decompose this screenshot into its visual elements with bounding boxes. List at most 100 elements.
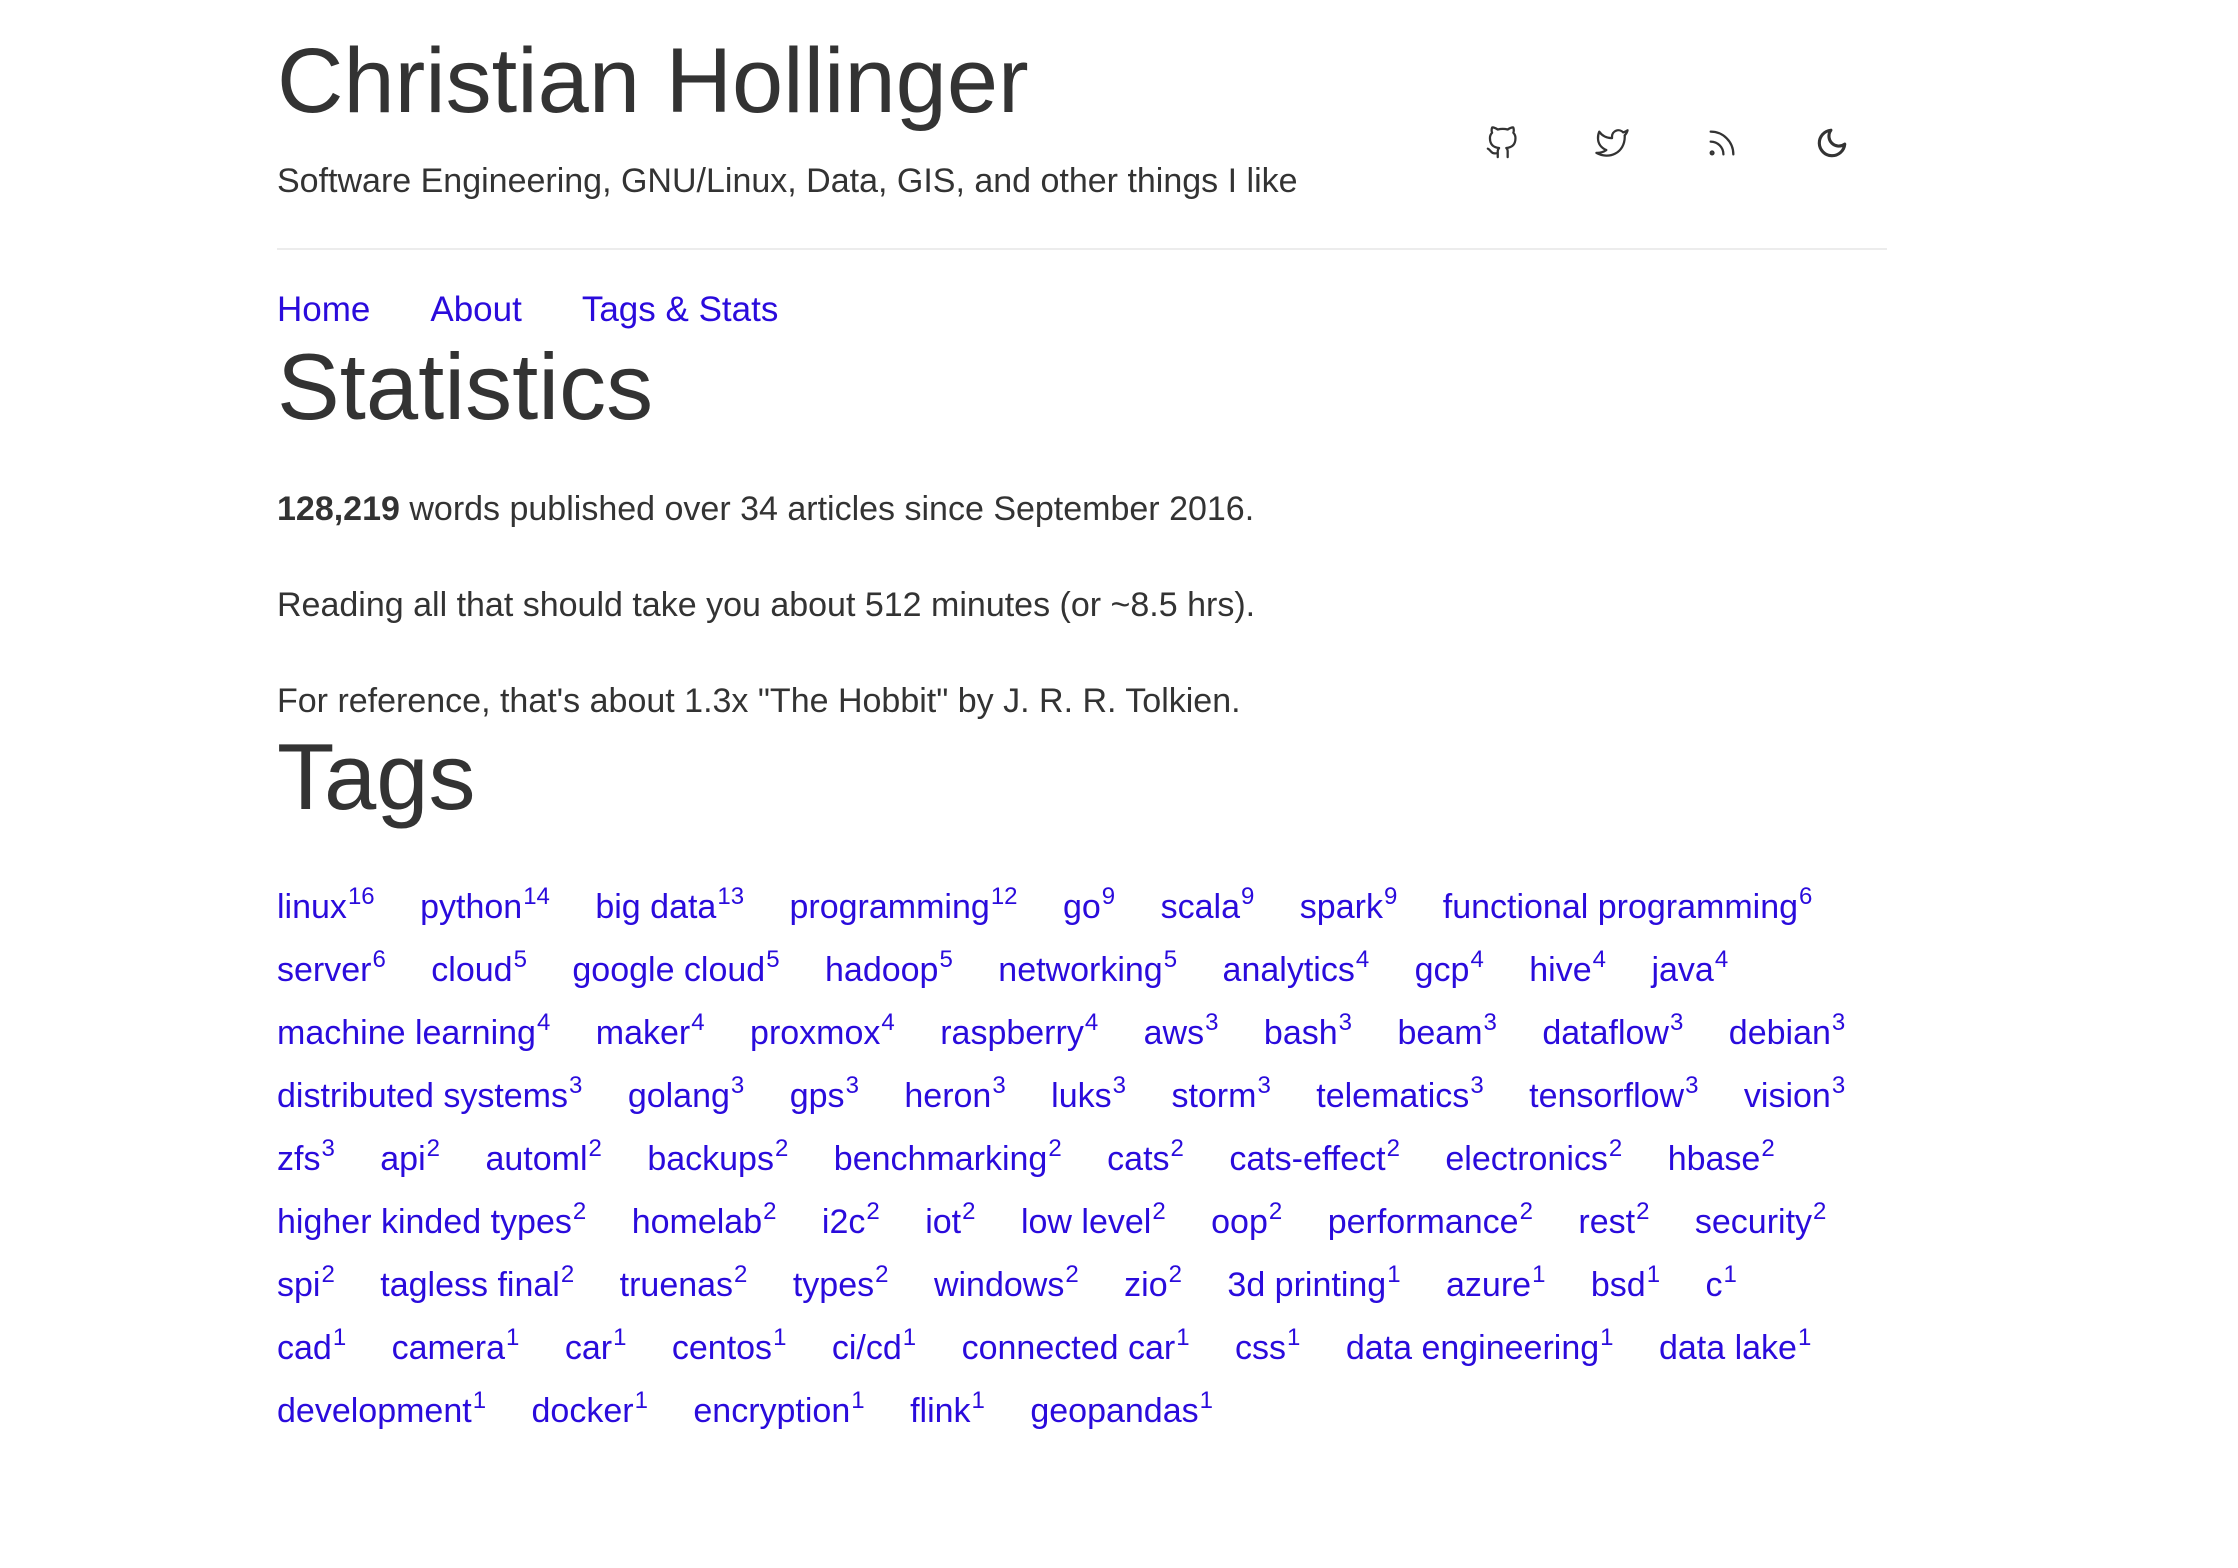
tag-name: maker (595, 1014, 691, 1052)
tag-link[interactable]: geopandas1 (1030, 1389, 1213, 1431)
tag-name: flink (910, 1392, 971, 1430)
tag-link[interactable]: types2 (793, 1263, 889, 1305)
tag-link[interactable]: telematics3 (1316, 1074, 1483, 1116)
tag-link[interactable]: vision3 (1744, 1074, 1845, 1116)
tag-link[interactable]: iot2 (925, 1200, 975, 1242)
tag-link[interactable]: encryption1 (693, 1389, 864, 1431)
tag-link[interactable]: dataflow3 (1542, 1011, 1683, 1053)
tag-link[interactable]: maker4 (595, 1011, 705, 1053)
tag-name: data lake (1658, 1329, 1797, 1367)
tag-link[interactable]: programming12 (790, 885, 1018, 927)
tag-link[interactable]: 3d printing1 (1227, 1263, 1400, 1305)
tag-name: machine learning (277, 1014, 536, 1052)
tag-link[interactable]: gcp4 (1415, 948, 1484, 990)
tag-link[interactable]: java4 (1651, 948, 1728, 990)
tag-link[interactable]: hive4 (1529, 948, 1606, 990)
tag-link[interactable]: go9 (1063, 885, 1115, 927)
rss-icon (1709, 130, 1735, 156)
tag-link[interactable]: centos1 (671, 1326, 787, 1368)
tag-link[interactable]: connected car1 (962, 1326, 1190, 1368)
tag-link[interactable]: spark9 (1300, 885, 1398, 927)
tag-link[interactable]: google cloud5 (572, 948, 779, 990)
tag-name: hive (1529, 951, 1592, 989)
site-title[interactable]: Christian Hollinger (277, 26, 1029, 136)
tag-link[interactable]: truenas2 (620, 1263, 748, 1305)
tag-link[interactable]: i2c2 (822, 1200, 880, 1242)
tag-link[interactable]: cats-effect2 (1229, 1137, 1400, 1179)
tag-link[interactable]: camera1 (392, 1326, 520, 1368)
tag-link[interactable]: functional programming6 (1443, 885, 1813, 927)
tag-link[interactable]: tagless final2 (380, 1263, 574, 1305)
tag-count: 5 (513, 946, 527, 973)
tag-link[interactable]: storm3 (1171, 1074, 1270, 1116)
tag-link[interactable]: cats2 (1107, 1137, 1184, 1179)
tag-link[interactable]: machine learning4 (277, 1011, 550, 1053)
tag-link[interactable]: security2 (1695, 1200, 1827, 1242)
tag-link[interactable]: spi2 (277, 1263, 335, 1305)
tag-link[interactable]: windows2 (934, 1263, 1079, 1305)
tag-link[interactable]: azure1 (1446, 1263, 1545, 1305)
tag-link[interactable]: c1 (1706, 1263, 1737, 1305)
tag-link[interactable]: beam3 (1397, 1011, 1496, 1053)
tag-link[interactable]: hbase2 (1668, 1137, 1775, 1179)
tag-link[interactable]: hadoop5 (825, 948, 953, 990)
tag-name: centos (671, 1329, 773, 1367)
tag-link[interactable]: networking5 (998, 948, 1177, 990)
tag-count: 3 (1112, 1072, 1126, 1099)
tag-link[interactable]: zfs3 (277, 1137, 335, 1179)
tag-count: 3 (992, 1072, 1006, 1099)
tag-link[interactable]: data lake1 (1658, 1326, 1811, 1368)
tag-link[interactable]: flink1 (910, 1389, 985, 1431)
tag-name: server (277, 951, 372, 989)
tag-link[interactable]: electronics2 (1445, 1137, 1622, 1179)
tag-link[interactable]: bsd1 (1591, 1263, 1660, 1305)
tag-link[interactable]: performance2 (1328, 1200, 1533, 1242)
tag-link[interactable]: benchmarking2 (834, 1137, 1062, 1179)
tag-name: higher kinded types (277, 1203, 572, 1241)
tag-link[interactable]: tensorflow3 (1529, 1074, 1698, 1116)
tag-link[interactable]: api2 (380, 1137, 440, 1179)
tag-link[interactable]: heron3 (904, 1074, 1005, 1116)
tag-link[interactable]: luks3 (1051, 1074, 1126, 1116)
tag-link[interactable]: big data13 (595, 885, 744, 927)
tag-link[interactable]: proxmox4 (750, 1011, 895, 1053)
tag-link[interactable]: automl2 (485, 1137, 601, 1179)
tag-link[interactable]: cloud5 (431, 948, 527, 990)
tag-link[interactable]: gps3 (790, 1074, 859, 1116)
tag-link[interactable]: zio2 (1124, 1263, 1182, 1305)
rss-link[interactable] (1667, 122, 1777, 164)
tag-link[interactable]: homelab2 (632, 1200, 777, 1242)
tag-link[interactable]: low level2 (1021, 1200, 1166, 1242)
tag-link[interactable]: car1 (565, 1326, 627, 1368)
nav-about[interactable]: About (430, 288, 521, 332)
tag-link[interactable]: development1 (277, 1389, 486, 1431)
tag-link[interactable]: oop2 (1211, 1200, 1282, 1242)
tag-link[interactable]: debian3 (1729, 1011, 1845, 1053)
tag-link[interactable]: backups2 (647, 1137, 788, 1179)
nav-tags-stats[interactable]: Tags & Stats (582, 288, 778, 332)
tag-name: distributed systems (277, 1077, 568, 1115)
tag-link[interactable]: bash3 (1264, 1011, 1352, 1053)
tag-link[interactable]: linux16 (277, 885, 375, 927)
tag-link[interactable]: analytics4 (1223, 948, 1370, 990)
tag-link[interactable]: golang3 (628, 1074, 744, 1116)
site-subtitle: Software Engineering, GNU/Linux, Data, G… (277, 162, 1298, 200)
tag-link[interactable]: ci/cd1 (832, 1326, 916, 1368)
tag-link[interactable]: server6 (277, 948, 386, 990)
tag-link[interactable]: higher kinded types2 (277, 1200, 586, 1242)
tag-link[interactable]: css1 (1235, 1326, 1300, 1368)
tag-link[interactable]: docker1 (532, 1389, 648, 1431)
tag-link[interactable]: aws3 (1144, 1011, 1219, 1053)
tag-link[interactable]: scala9 (1161, 885, 1255, 927)
twitter-link[interactable] (1557, 122, 1667, 164)
tag-link[interactable]: cad1 (277, 1326, 346, 1368)
tag-link[interactable]: distributed systems3 (277, 1074, 582, 1116)
tag-link[interactable]: python14 (420, 885, 550, 927)
tag-link[interactable]: raspberry4 (940, 1011, 1098, 1053)
github-link[interactable] (1447, 122, 1557, 164)
tag-link[interactable]: data engineering1 (1346, 1326, 1614, 1368)
theme-toggle[interactable] (1777, 122, 1887, 164)
nav-home[interactable]: Home (277, 288, 370, 332)
tag-link[interactable]: rest2 (1578, 1200, 1649, 1242)
tag-name: heron (904, 1077, 992, 1115)
